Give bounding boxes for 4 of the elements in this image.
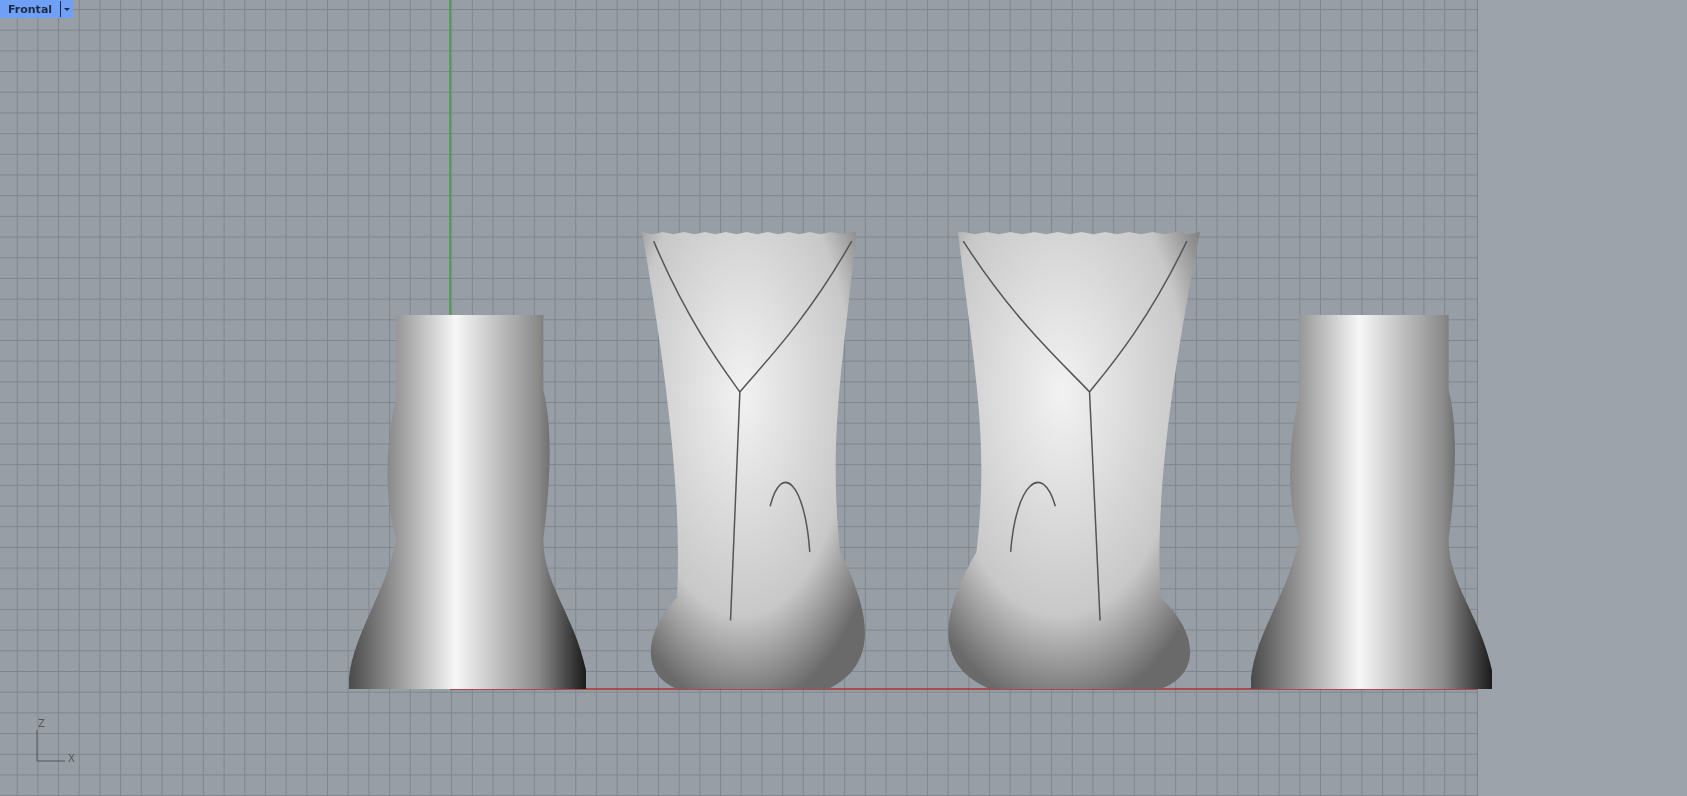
viewport-title-button[interactable]: Frontal [0, 0, 61, 18]
axis-label: X [68, 753, 75, 764]
axis-indicator-icon [36, 730, 66, 762]
axis-label: Z [38, 718, 45, 729]
